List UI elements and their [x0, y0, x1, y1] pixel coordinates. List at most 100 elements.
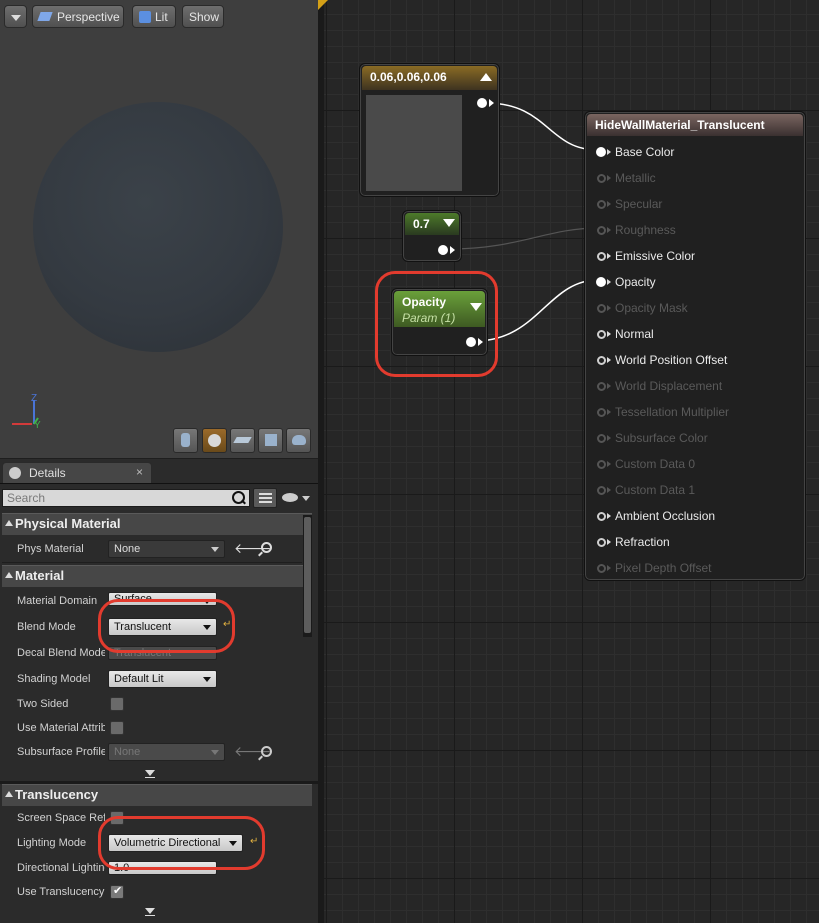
input-pin[interactable]	[597, 304, 606, 313]
browse-search-icon[interactable]	[258, 746, 272, 761]
section-material[interactable]: Material	[2, 565, 312, 587]
constant-node[interactable]: 0.7	[402, 210, 462, 262]
pin-arrow-icon	[607, 331, 611, 337]
result-pin-row[interactable]: Subsurface Color	[585, 430, 805, 448]
result-pin-label: World Position Offset	[615, 353, 728, 367]
result-pin-row[interactable]: Custom Data 0	[585, 456, 805, 474]
input-pin[interactable]	[597, 252, 606, 261]
visibility-filter-button[interactable]	[281, 490, 313, 506]
use-translucency-label: Use Translucency Vertex Fog	[17, 886, 105, 898]
lit-button[interactable]: Lit	[132, 5, 176, 28]
use-translucency-checkbox[interactable]: ✔	[110, 885, 124, 899]
scrollbar[interactable]	[303, 515, 312, 637]
input-pin[interactable]	[597, 460, 606, 469]
output-pin[interactable]	[438, 245, 448, 255]
result-pin-row[interactable]: Pixel Depth Offset	[585, 560, 805, 578]
result-pin-row[interactable]: Opacity Mask	[585, 300, 805, 318]
result-pin-row[interactable]: Base Color	[585, 144, 805, 162]
collapse-arrow-icon	[5, 791, 13, 797]
two-sided-checkbox[interactable]	[110, 697, 124, 711]
show-button[interactable]: Show	[182, 5, 224, 28]
input-pin[interactable]	[597, 512, 606, 521]
expand-more-icon[interactable]	[145, 908, 155, 914]
list-view-icon	[259, 493, 272, 503]
scrollbar-thumb[interactable]	[304, 517, 311, 633]
pin-arrow-icon	[607, 565, 611, 571]
result-pin-row[interactable]: Specular	[585, 196, 805, 214]
pin-arrow-icon	[607, 149, 611, 155]
constant3-vector-node[interactable]: 0.06,0.06,0.06	[359, 63, 500, 197]
material-result-node[interactable]: HideWallMaterial_Translucent Base Color M…	[584, 111, 806, 581]
cylinder-preview-button[interactable]	[173, 428, 198, 453]
input-pin[interactable]	[597, 174, 606, 183]
input-pin[interactable]	[597, 564, 606, 573]
use-material-attributes-checkbox[interactable]	[110, 721, 124, 735]
result-pin-row[interactable]: Normal	[585, 326, 805, 344]
sphere-preview-button[interactable]	[202, 428, 227, 453]
eye-icon	[282, 493, 298, 502]
input-pin[interactable]	[597, 486, 606, 495]
input-pin-connected[interactable]	[596, 277, 606, 287]
subsurface-profile-label: Subsurface Profile	[17, 746, 105, 758]
phys-material-dropdown[interactable]: None	[108, 540, 225, 558]
pin-arrow-icon	[607, 357, 611, 363]
input-pin[interactable]	[597, 382, 606, 391]
pin-arrow-icon	[607, 175, 611, 181]
search-input[interactable]: Search	[2, 489, 250, 507]
material-domain-label: Material Domain	[17, 595, 98, 607]
section-title: Physical Material	[15, 516, 121, 531]
result-pin-row[interactable]: Opacity	[585, 274, 805, 292]
result-pin-row[interactable]: World Displacement	[585, 378, 805, 396]
material-graph-canvas[interactable]: 0.06,0.06,0.06 0.7 Opacity Param (1) Hid…	[318, 0, 819, 923]
viewport-menu-button[interactable]	[4, 5, 27, 28]
search-icon[interactable]	[230, 490, 246, 506]
expand-underline	[145, 915, 155, 916]
cube-preview-button[interactable]	[258, 428, 283, 453]
subsurface-profile-dropdown[interactable]: None	[108, 743, 225, 761]
input-pin[interactable]	[597, 226, 606, 235]
perspective-button[interactable]: Perspective	[32, 5, 124, 28]
collapse-arrow-icon	[5, 520, 13, 526]
result-pin-row[interactable]: Roughness	[585, 222, 805, 240]
collapse-arrow-icon	[5, 572, 13, 578]
shading-model-dropdown[interactable]: Default Lit	[108, 670, 217, 688]
result-pin-row[interactable]: Emissive Color	[585, 248, 805, 266]
input-pin[interactable]	[597, 200, 606, 209]
input-pin[interactable]	[597, 434, 606, 443]
input-pin[interactable]	[597, 330, 606, 339]
blend-mode-highlight	[98, 599, 235, 653]
result-pin-row[interactable]: Tessellation Multiplier	[585, 404, 805, 422]
teapot-preview-button[interactable]	[286, 428, 311, 453]
tab-details[interactable]: Details ×	[2, 462, 152, 483]
result-pin-row[interactable]: Refraction	[585, 534, 805, 552]
section-translucency[interactable]: Translucency	[2, 784, 312, 806]
details-tab-label: Details	[29, 466, 66, 480]
result-pin-row[interactable]: Ambient Occlusion	[585, 508, 805, 526]
view-options-button[interactable]	[253, 488, 277, 508]
result-pin-label: Specular	[615, 197, 663, 211]
output-pin[interactable]	[477, 98, 487, 108]
browse-search-icon[interactable]	[258, 542, 272, 557]
result-pin-row[interactable]: Custom Data 1	[585, 482, 805, 500]
input-pin[interactable]	[597, 356, 606, 365]
close-icon[interactable]: ×	[136, 465, 143, 479]
plane-preview-button[interactable]	[230, 428, 255, 453]
collapse-node-icon[interactable]	[480, 73, 492, 81]
result-pin-row[interactable]: World Position Offset	[585, 352, 805, 370]
input-pin-connected[interactable]	[596, 147, 606, 157]
section-physical-material[interactable]: Physical Material	[2, 513, 312, 535]
input-pin[interactable]	[597, 408, 606, 417]
input-pin[interactable]	[597, 538, 606, 547]
pin-arrow-icon	[607, 513, 611, 519]
pin-arrow-icon	[607, 539, 611, 545]
directional-lighting-label: Directional Lighting Intensity	[17, 862, 105, 874]
result-pin-row[interactable]: Metallic	[585, 170, 805, 188]
sphere-icon	[208, 434, 221, 447]
cylinder-icon	[181, 433, 190, 447]
expand-more-icon[interactable]	[145, 770, 155, 776]
chevron-down-icon	[11, 15, 21, 21]
collapse-node-icon[interactable]	[443, 219, 455, 227]
preview-viewport[interactable]: Perspective Lit Show Z Y	[0, 0, 318, 458]
cube-icon	[265, 434, 277, 446]
shading-model-value: Default Lit	[114, 673, 164, 685]
